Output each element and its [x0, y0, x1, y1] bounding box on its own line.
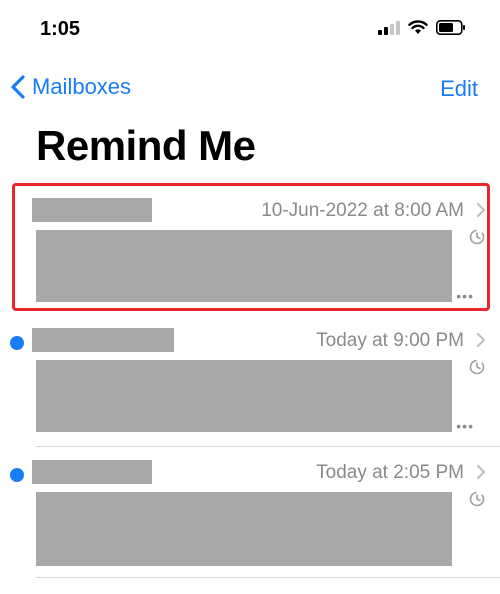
- preview-redacted: [36, 360, 452, 432]
- unread-dot: [10, 468, 24, 482]
- sender-redacted: [32, 198, 152, 222]
- chevron-left-icon: [11, 75, 25, 99]
- status-time: 1:05: [40, 18, 81, 40]
- more-icon: •••: [456, 418, 474, 434]
- chevron-right-icon: [476, 202, 486, 218]
- mail-date: 10-Jun-2022 at 8:00 AM: [261, 200, 464, 221]
- clock-icon: [469, 359, 485, 375]
- sender-redacted: [32, 460, 152, 484]
- mail-item[interactable]: Today at 9:00 PM •••: [0, 314, 500, 434]
- status-icons: [378, 20, 466, 35]
- divider: [36, 577, 500, 578]
- edit-button[interactable]: Edit: [440, 76, 478, 102]
- back-button[interactable]: Mailboxes: [10, 74, 131, 100]
- unread-dot: [10, 336, 24, 350]
- mail-item[interactable]: 10-Jun-2022 at 8:00 AM •••: [0, 184, 500, 304]
- status-bar: 1:05: [0, 0, 500, 60]
- preview-redacted: [36, 230, 452, 302]
- mail-date: Today at 9:00 PM: [316, 330, 464, 351]
- mail-date: Today at 2:05 PM: [316, 462, 464, 483]
- back-label: Mailboxes: [32, 74, 132, 99]
- sender-redacted: [32, 328, 174, 352]
- wifi-icon: [408, 20, 428, 34]
- battery-icon: [436, 20, 465, 35]
- signal-icon: [378, 20, 400, 35]
- chevron-right-icon: [476, 464, 486, 480]
- clock-icon: [469, 229, 485, 245]
- nav-bar: Mailboxes Edit: [0, 68, 500, 108]
- more-icon: •••: [456, 288, 474, 304]
- mail-item[interactable]: Today at 2:05 PM: [0, 446, 500, 566]
- chevron-right-icon: [476, 332, 486, 348]
- clock-icon: [469, 491, 485, 507]
- preview-redacted: [36, 492, 452, 566]
- page-title: Remind Me: [36, 122, 256, 169]
